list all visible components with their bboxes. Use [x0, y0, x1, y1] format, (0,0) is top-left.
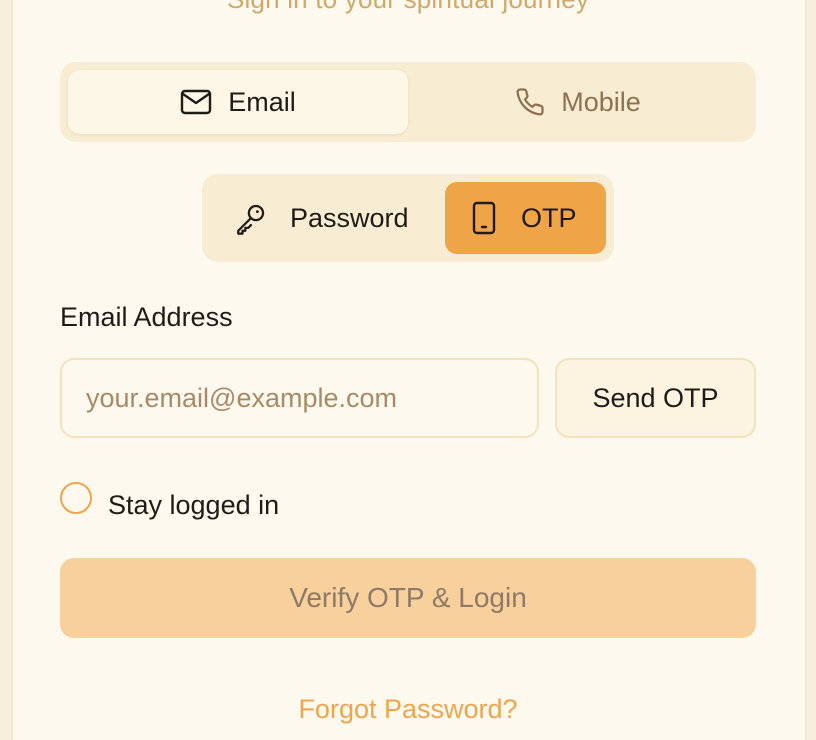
send-otp-button[interactable]: Send OTP — [555, 358, 756, 438]
stay-logged-in-checkbox[interactable] — [60, 482, 92, 514]
mail-icon — [180, 89, 212, 115]
tab-email-label: Email — [228, 86, 296, 117]
key-icon — [234, 201, 268, 235]
email-label: Email Address — [60, 302, 233, 332]
stay-logged-in-label[interactable]: Stay logged in — [108, 490, 279, 521]
tab-otp-label: OTP — [521, 202, 577, 233]
smartphone-icon — [471, 201, 497, 235]
tab-otp[interactable]: OTP — [445, 182, 606, 254]
verify-otp-login-button[interactable]: Verify OTP & Login — [60, 558, 756, 638]
tab-email[interactable]: Email — [68, 70, 408, 134]
tab-password-label: Password — [290, 202, 409, 233]
forgot-password-link[interactable]: Forgot Password? — [0, 694, 816, 725]
subtitle: Sign in to your spiritual journey — [0, 0, 816, 15]
tab-password[interactable]: Password — [202, 182, 445, 254]
tab-mobile-label: Mobile — [561, 86, 641, 117]
auth-type-switch: Password OTP — [202, 174, 614, 262]
method-switch: Email Mobile — [60, 62, 756, 142]
phone-icon — [515, 86, 545, 118]
tab-mobile[interactable]: Mobile — [408, 70, 748, 134]
email-field[interactable] — [60, 358, 539, 438]
